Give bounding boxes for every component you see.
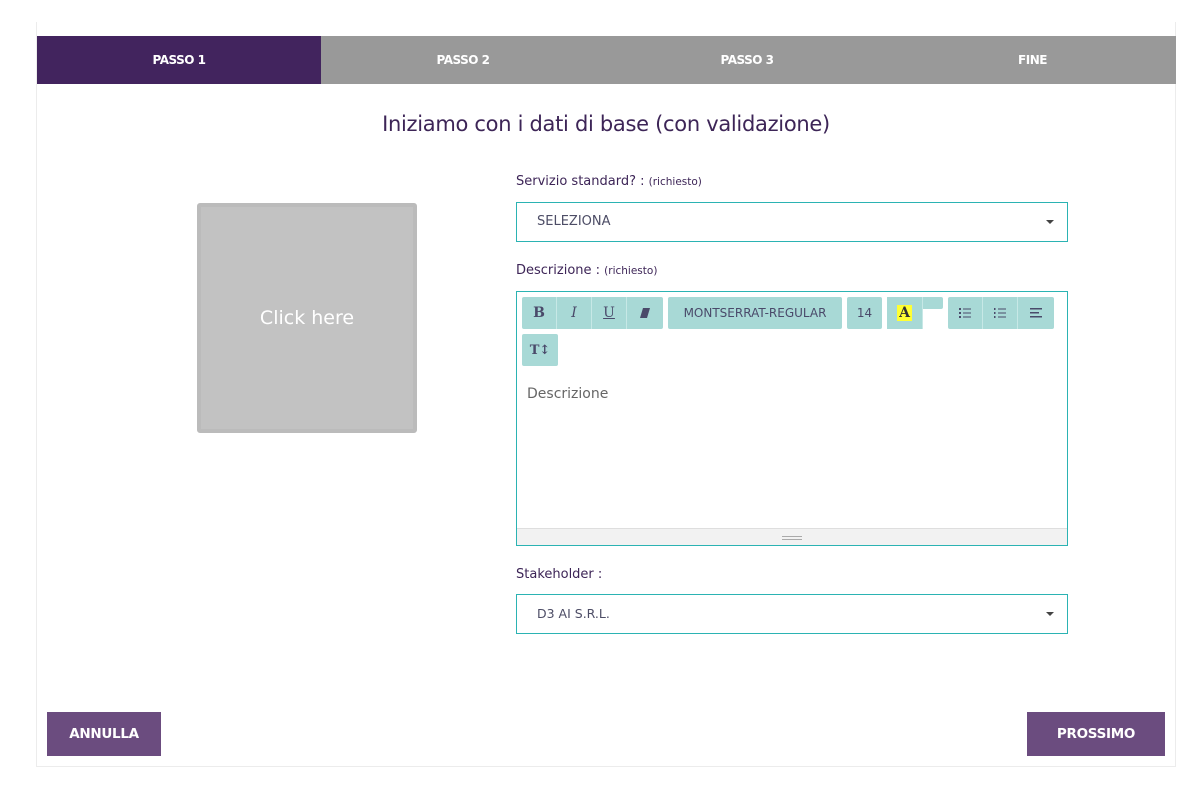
text-color-dropdown[interactable] xyxy=(923,297,943,309)
step-3[interactable]: PASSO 3 xyxy=(605,36,889,84)
font-size-group: 14 xyxy=(847,297,882,329)
wizard-steps: PASSO 1 PASSO 2 PASSO 3 FINE xyxy=(37,36,1176,84)
font-name-button[interactable]: MONTSERRAT-REGULAR xyxy=(668,297,842,329)
italic-button[interactable]: I xyxy=(557,297,592,329)
servizio-required-note: (richiesto) xyxy=(648,176,702,188)
stakeholder-select[interactable]: D3 AI S.R.L. xyxy=(516,594,1068,634)
description-placeholder[interactable]: Descrizione xyxy=(527,386,608,402)
editor-resize-bar[interactable] xyxy=(517,528,1067,545)
style-button-group: B I U xyxy=(522,297,663,329)
bullet-list-icon xyxy=(959,308,971,318)
step-2[interactable]: PASSO 2 xyxy=(321,36,605,84)
align-left-icon xyxy=(1030,308,1042,318)
image-upload-label: Click here xyxy=(259,307,355,329)
stakeholder-select-value: D3 AI S.R.L. xyxy=(537,606,610,621)
text-color-button[interactable]: A xyxy=(887,297,923,329)
align-button[interactable] xyxy=(1018,297,1054,329)
ordered-list-button[interactable] xyxy=(983,297,1018,329)
servizio-label: Servizio standard? : (richiesto) xyxy=(516,174,702,189)
resize-grip-icon xyxy=(782,536,802,540)
height-group: T↕ xyxy=(522,334,558,366)
text-color-icon: A xyxy=(897,305,912,321)
unordered-list-button[interactable] xyxy=(948,297,983,329)
next-button[interactable]: PROSSIMO xyxy=(1027,712,1165,756)
descrizione-required-note: (richiesto) xyxy=(604,265,658,277)
font-size-button[interactable]: 14 xyxy=(847,297,882,329)
eraser-button[interactable] xyxy=(627,297,663,329)
eraser-icon xyxy=(640,308,650,318)
numbered-list-icon xyxy=(994,308,1006,318)
servizio-label-text: Servizio standard? : xyxy=(516,174,645,189)
cancel-button[interactable]: ANNULLA xyxy=(47,712,161,756)
bold-button[interactable]: B xyxy=(522,297,557,329)
descrizione-label: Descrizione : (richiesto) xyxy=(516,263,657,278)
color-group: A xyxy=(887,297,943,329)
servizio-select-value: SELEZIONA xyxy=(537,214,611,229)
step-end[interactable]: FINE xyxy=(889,36,1176,84)
underline-button[interactable]: U xyxy=(592,297,627,329)
paragraph-button-group xyxy=(948,297,1054,329)
descrizione-label-text: Descrizione : xyxy=(516,263,601,278)
description-editor: B I U MONTSERRAT-REGULAR 14 A T↕ Descriz… xyxy=(516,291,1068,546)
step-1[interactable]: PASSO 1 xyxy=(37,36,321,84)
chevron-down-icon xyxy=(1046,612,1054,616)
chevron-down-icon xyxy=(1046,220,1054,224)
image-upload-area[interactable]: Click here xyxy=(197,203,417,433)
page-title: Iniziamo con i dati di base (con validaz… xyxy=(382,112,830,136)
line-height-button[interactable]: T↕ xyxy=(522,334,558,366)
stakeholder-label: Stakeholder : xyxy=(516,567,603,582)
font-name-group: MONTSERRAT-REGULAR xyxy=(668,297,842,329)
servizio-select[interactable]: SELEZIONA xyxy=(516,202,1068,242)
